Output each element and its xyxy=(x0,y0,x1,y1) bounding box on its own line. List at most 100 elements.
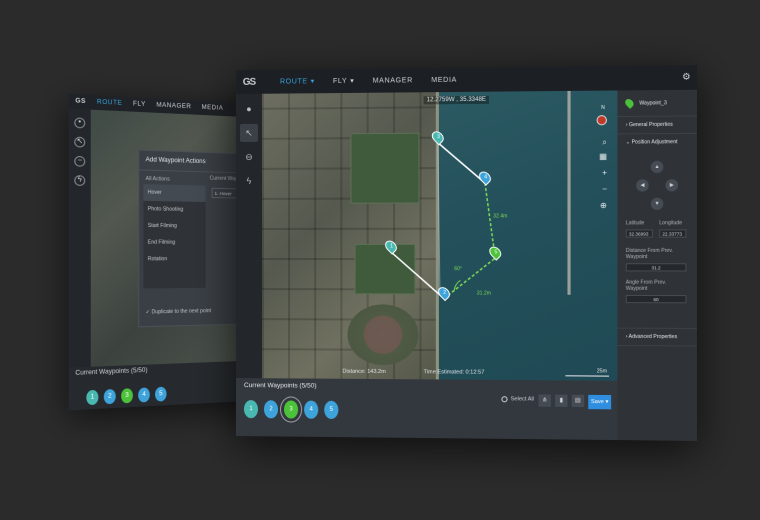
general-properties-toggle[interactable]: › General Properties xyxy=(617,116,697,135)
waypoint-pin[interactable]: 5 xyxy=(324,400,339,419)
left-toolbar: ● ↖ ⊖ ϟ xyxy=(236,93,262,379)
duplicate-label: Duplicate to the next point xyxy=(151,308,212,316)
current-waypoints-count: (5/50) xyxy=(299,382,317,390)
zoom-in-icon[interactable]: + xyxy=(602,168,607,177)
main-window: GS ROUTE ▾ FLY ▾ MANAGER MEDIA ⚙ ● ↖ ⊖ ϟ 1… xyxy=(236,65,697,441)
locate-icon[interactable]: ⌕ xyxy=(602,138,607,148)
back-waypoint-pin[interactable]: 4 xyxy=(138,387,150,403)
lat-lng-fields: 32.36993 22.33773 xyxy=(617,229,697,238)
waypoint-pin[interactable]: 2 xyxy=(263,400,279,419)
up-arrow-icon[interactable]: ▲ xyxy=(650,160,664,174)
angle-field-row: 60 xyxy=(617,294,697,304)
direction-pad: ▲ ◀ ▶ ▼ xyxy=(632,160,682,210)
angle-from-prev-field[interactable]: 60 xyxy=(625,294,687,304)
bolt-tool-icon[interactable]: ϟ xyxy=(240,172,258,190)
current-waypoint-value: 1. Hover xyxy=(211,187,238,199)
action-item-photo[interactable]: Photo Shooting xyxy=(143,201,205,218)
cursor-tool-icon[interactable]: ↖ xyxy=(239,123,258,142)
back-tab-fly[interactable]: FLY xyxy=(133,101,146,108)
angle-from-prev-label: Angle From Prev. Waypoint xyxy=(625,279,667,292)
tab-manager-label: MANAGER xyxy=(372,76,413,85)
waypoint-marker-number: 1 xyxy=(389,243,393,250)
distance-field-row: 31.2 xyxy=(617,263,697,272)
tab-manager[interactable]: MANAGER xyxy=(373,77,413,84)
longitude-label: Longitude xyxy=(659,220,683,227)
compass-icon[interactable] xyxy=(596,115,607,126)
distance-readout: Distance: 143.2m xyxy=(342,368,386,376)
advanced-properties-toggle[interactable]: › Advanced Properties xyxy=(617,327,697,347)
distance-from-prev-field[interactable]: 31.2 xyxy=(625,263,687,272)
delete-button[interactable]: ▮ xyxy=(555,394,568,407)
duplicate-option[interactable]: ✓ Duplicate to the next point xyxy=(146,308,211,316)
waypoint-pin[interactable]: 3 xyxy=(280,396,303,423)
radio-icon xyxy=(501,396,508,403)
tab-route[interactable]: ROUTE ▾ xyxy=(280,77,315,86)
waypoint-pin[interactable]: 4 xyxy=(304,400,319,419)
action-item-hover[interactable]: Hover xyxy=(143,184,206,202)
angle-label: 60° xyxy=(454,266,462,273)
back-tab-route[interactable]: ROUTE xyxy=(97,99,122,107)
back-tab-manager[interactable]: MANAGER xyxy=(156,102,191,110)
layers-icon[interactable]: ▦ xyxy=(599,152,607,161)
action-item-start-filming[interactable]: Start Filming xyxy=(143,218,205,235)
select-all-toggle[interactable]: Select All xyxy=(501,396,534,403)
segment-length-label: 31.2m xyxy=(476,290,492,297)
lat-lng-labels: Latitude Longitude xyxy=(617,220,697,226)
file-button[interactable]: ▤ xyxy=(571,394,585,408)
waypoint-pin[interactable]: 1 xyxy=(243,400,258,419)
back-current-waypoints-label: Current Waypoints xyxy=(75,368,130,377)
minus-circle-icon[interactable]: ⊖ xyxy=(240,148,258,166)
panel-header: Waypoint_3 xyxy=(617,89,697,118)
right-arrow-icon[interactable]: ▶ xyxy=(665,179,679,192)
zoom-out-icon[interactable]: − xyxy=(602,185,607,194)
back-logo: GS xyxy=(75,98,87,106)
minus-icon[interactable]: − xyxy=(74,155,86,167)
map-pin-tool-icon[interactable]: ● xyxy=(240,100,258,118)
caret-down-icon: ▾ xyxy=(350,77,355,85)
map-scale: 25m xyxy=(565,368,610,377)
cursor-icon[interactable]: ↖ xyxy=(74,136,86,148)
back-waypoint-pin[interactable]: 3 xyxy=(121,388,133,404)
save-button[interactable]: Save ▾ xyxy=(588,394,612,410)
tab-fly-label: FLY xyxy=(332,77,348,85)
caret-down-icon: ▾ xyxy=(310,78,315,86)
latitude-field[interactable]: 32.36993 xyxy=(625,229,653,238)
tab-route-label: ROUTE xyxy=(280,77,308,86)
back-waypoint-pin[interactable]: 5 xyxy=(155,386,167,402)
segment-length-label: 32.4m xyxy=(493,213,508,220)
position-adjustment-toggle[interactable]: ⌄ Position Adjustment xyxy=(617,134,697,151)
satellite-map[interactable]: 12.2759W , 35.3348E 3 4 1 2 5 32.4m 31.2… xyxy=(261,90,618,383)
route-segment-1-2 xyxy=(391,252,444,299)
back-current-waypoints-count: (5/50) xyxy=(130,367,148,375)
gear-icon[interactable]: ⚙ xyxy=(682,71,690,82)
map-pin-icon[interactable]: • xyxy=(74,117,86,129)
current-waypoints: Current Waypoints (5/50) xyxy=(236,378,617,396)
action-list: Hover Photo Shooting Start Filming End F… xyxy=(143,184,206,289)
distance-from-prev-label: Distance From Prev. Waypoint xyxy=(625,247,674,261)
target-icon[interactable]: ⊕ xyxy=(600,201,607,210)
share-button[interactable]: ⋔ xyxy=(538,394,551,407)
current-waypoints-label: Current Waypoints xyxy=(243,382,298,390)
time-readout: Time Estimated: 0:12:57 xyxy=(423,369,485,376)
tab-media[interactable]: MEDIA xyxy=(431,76,457,83)
advanced-properties-label: Advanced Properties xyxy=(628,333,678,341)
latitude-label: Latitude xyxy=(625,220,645,227)
action-item-end-filming[interactable]: End Filming xyxy=(143,234,205,251)
save-label: Save xyxy=(590,398,604,406)
distance-label-row: Distance From Prev. Waypoint xyxy=(617,248,697,260)
angle-label-row: Angle From Prev. Waypoint xyxy=(617,280,697,292)
back-waypoint-pin[interactable]: 2 xyxy=(103,388,116,405)
tab-fly[interactable]: FLY ▾ xyxy=(333,77,354,85)
properties-panel: Waypoint_3 › General Properties ⌄ Positi… xyxy=(617,89,697,441)
action-item-rotation[interactable]: Rotation xyxy=(143,251,205,268)
tab-media-label: MEDIA xyxy=(431,76,457,84)
general-properties-label: General Properties xyxy=(628,121,673,129)
down-arrow-icon[interactable]: ▼ xyxy=(650,197,664,210)
longitude-field[interactable]: 22.33773 xyxy=(659,229,687,238)
left-arrow-icon[interactable]: ◀ xyxy=(636,179,649,192)
app-logo: GS xyxy=(242,76,256,88)
back-tab-media[interactable]: MEDIA xyxy=(202,105,224,112)
back-waypoint-pin[interactable]: 1 xyxy=(86,389,99,406)
bolt-icon[interactable]: ϟ xyxy=(74,175,86,187)
position-adjustment-label: Position Adjustment xyxy=(631,139,678,146)
